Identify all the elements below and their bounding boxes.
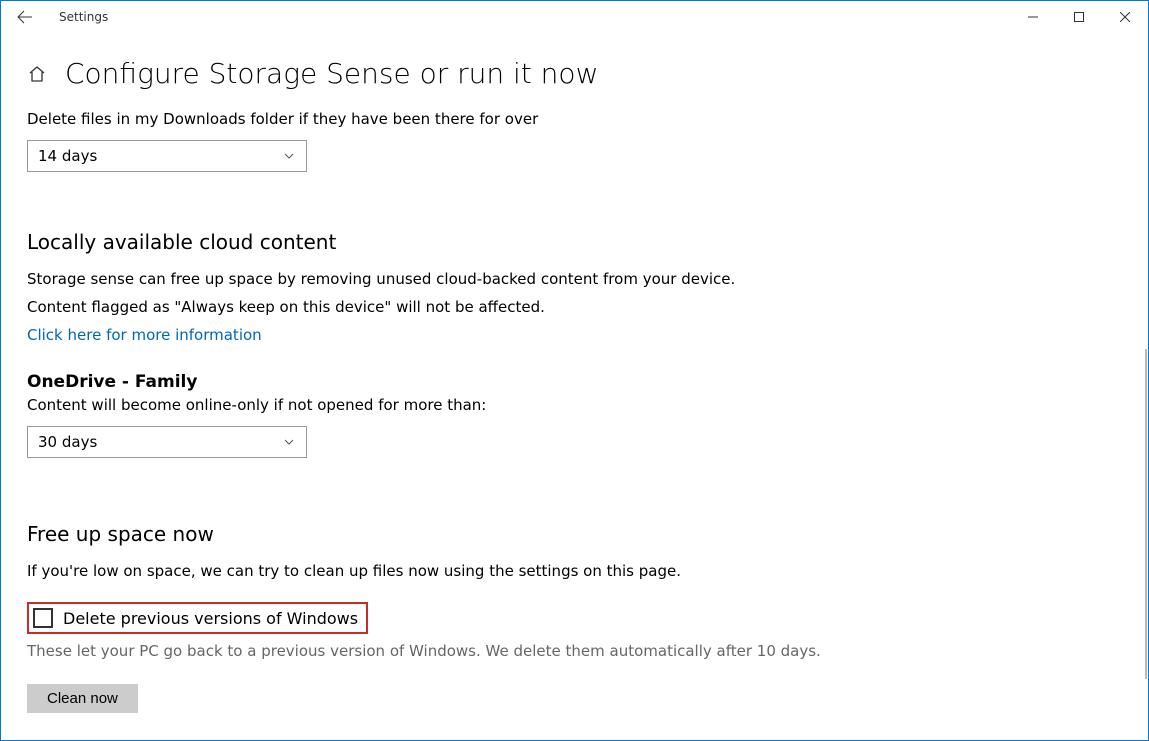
settings-window: Settings Configure Storage Sen	[0, 0, 1149, 741]
onedrive-dropdown-value: 30 days	[38, 433, 97, 451]
onedrive-subheading: OneDrive - Family	[27, 372, 1122, 392]
downloads-label: Delete files in my Downloads folder if t…	[27, 110, 1122, 128]
clean-now-button[interactable]: Clean now	[27, 684, 138, 713]
minimize-icon	[1028, 12, 1038, 22]
cloud-info-link[interactable]: Click here for more information	[27, 326, 1122, 344]
cloud-heading: Locally available cloud content	[27, 230, 1122, 254]
onedrive-desc: Content will become online-only if not o…	[27, 396, 1122, 414]
minimize-button[interactable]	[1010, 1, 1056, 33]
close-button[interactable]	[1102, 1, 1148, 33]
free-desc: If you're low on space, we can try to cl…	[27, 562, 1122, 580]
chevron-down-icon	[282, 149, 296, 163]
checkbox-label: Delete previous versions of Windows	[63, 609, 358, 628]
maximize-button[interactable]	[1056, 1, 1102, 33]
onedrive-dropdown[interactable]: 30 days	[27, 426, 307, 458]
page-content: Configure Storage Sense or run it now De…	[1, 33, 1148, 739]
checkbox-box-icon	[33, 608, 53, 628]
window-title: Settings	[59, 10, 108, 24]
free-heading: Free up space now	[27, 522, 1122, 546]
cloud-line2: Content flagged as "Always keep on this …	[27, 298, 1122, 316]
maximize-icon	[1074, 12, 1084, 22]
page-title: Configure Storage Sense or run it now	[65, 57, 598, 90]
downloads-dropdown[interactable]: 14 days	[27, 140, 307, 172]
close-icon	[1120, 12, 1130, 22]
chevron-down-icon	[282, 435, 296, 449]
scrollbar-thumb[interactable]	[1145, 349, 1147, 679]
title-bar: Settings	[1, 1, 1148, 33]
free-help-text: These let your PC go back to a previous …	[27, 642, 1122, 660]
back-arrow-icon	[17, 9, 33, 25]
downloads-dropdown-value: 14 days	[38, 147, 97, 165]
delete-previous-versions-checkbox[interactable]: Delete previous versions of Windows	[27, 602, 368, 634]
back-button[interactable]	[9, 1, 41, 33]
page-header: Configure Storage Sense or run it now	[27, 57, 1122, 90]
home-icon[interactable]	[27, 64, 47, 84]
window-controls	[1010, 1, 1148, 33]
cloud-line1: Storage sense can free up space by remov…	[27, 270, 1122, 288]
